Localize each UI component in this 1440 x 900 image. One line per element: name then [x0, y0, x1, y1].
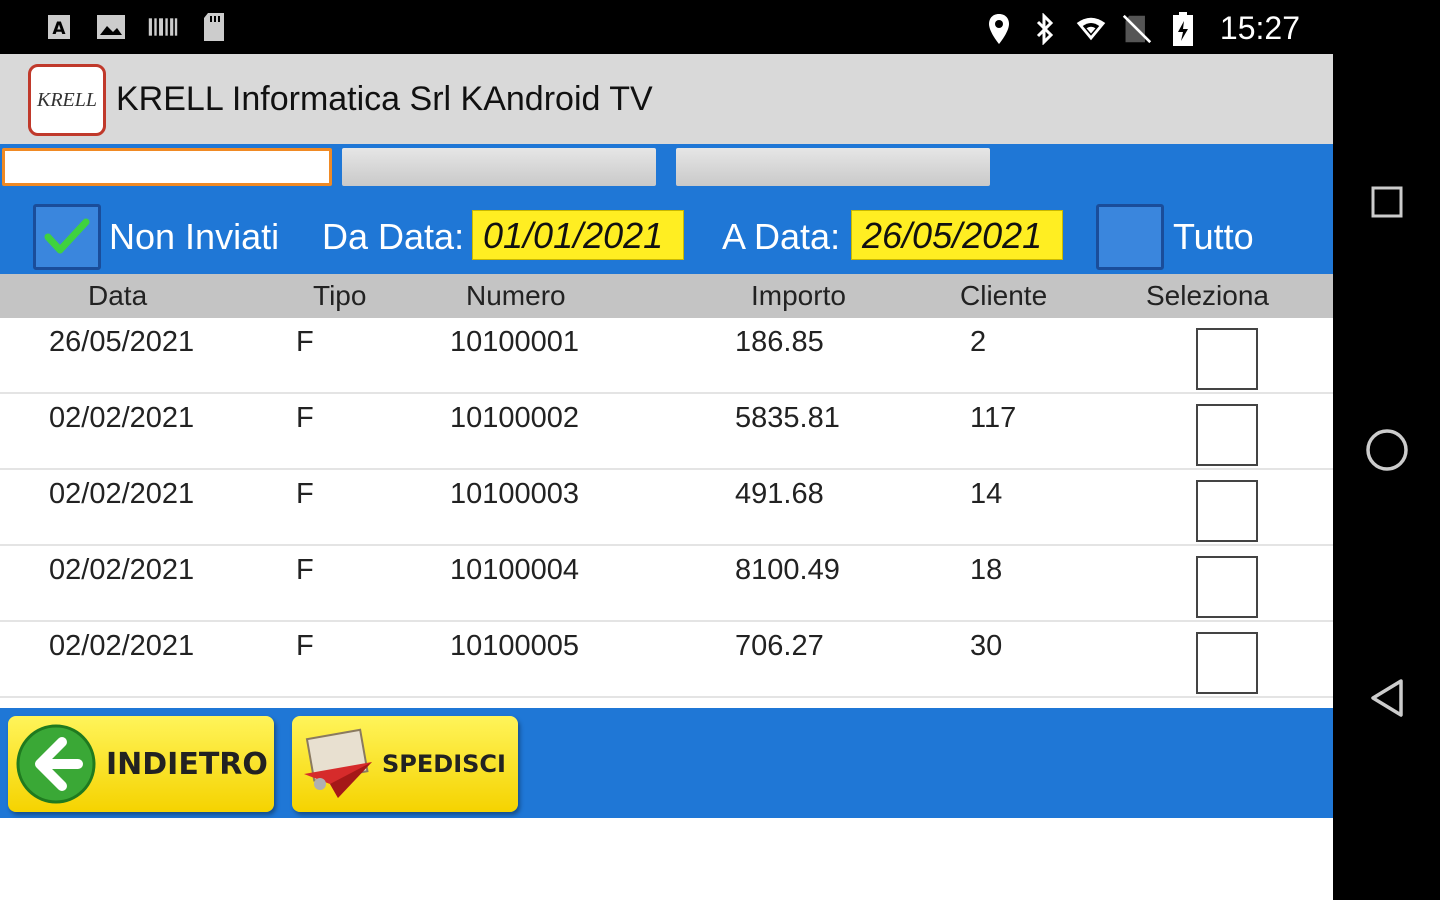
non-inviati-checkbox[interactable] — [33, 204, 101, 270]
tutto-checkbox[interactable] — [1096, 204, 1164, 270]
spedisci-button[interactable]: SPEDISCI — [292, 716, 518, 812]
cell-data: 02/02/2021 — [49, 478, 195, 510]
table-header: Data Tipo Numero Importo Cliente Selezio… — [0, 274, 1333, 318]
row-select-checkbox[interactable] — [1196, 328, 1258, 390]
row-select-checkbox[interactable] — [1196, 556, 1258, 618]
bluetooth-icon — [1030, 12, 1060, 45]
spedisci-label: SPEDISCI — [382, 750, 506, 778]
home-button[interactable] — [1333, 410, 1440, 490]
a-data-field[interactable]: 26/05/2021 — [851, 210, 1063, 260]
square-icon — [1371, 186, 1402, 218]
sd-card-icon — [200, 12, 230, 42]
cell-cliente: 30 — [970, 630, 1003, 662]
title-bar: KRELL KRELL Informatica Srl KAndroid TV — [0, 54, 1333, 144]
app-title: KRELL Informatica Srl KAndroid TV — [116, 80, 653, 118]
image-icon — [96, 12, 126, 42]
circle-icon — [1365, 429, 1408, 471]
cell-importo: 706.27 — [735, 630, 824, 662]
cell-numero: 10100004 — [450, 554, 580, 586]
row-select-checkbox[interactable] — [1196, 404, 1258, 466]
header-cliente: Cliente — [960, 280, 1048, 311]
cell-tipo: F — [296, 630, 314, 662]
indietro-button[interactable]: INDIETRO — [8, 716, 274, 812]
filter-bar: Non Inviati Da Data: 01/01/2021 A Data: … — [0, 198, 1333, 274]
cell-numero: 10100003 — [450, 478, 580, 510]
svg-text:A: A — [52, 19, 66, 39]
da-data-label: Da Data: — [322, 216, 465, 257]
header-data: Data — [88, 280, 148, 311]
cell-tipo: F — [296, 554, 314, 586]
wifi-icon — [1076, 14, 1106, 44]
location-icon — [984, 13, 1014, 44]
cell-cliente: 2 — [970, 326, 987, 358]
cell-cliente: 18 — [970, 554, 1003, 586]
table-row[interactable]: 02/02/2021 F 10100003 491.68 14 — [0, 470, 1333, 546]
tab-1[interactable] — [2, 148, 332, 186]
cell-tipo: F — [296, 402, 314, 434]
tutto-label: Tutto — [1173, 216, 1254, 257]
header-seleziona: Seleziona — [1146, 280, 1269, 311]
logo-text: KRELL — [36, 88, 98, 111]
status-notification-icons: A — [44, 12, 230, 42]
cell-importo: 491.68 — [735, 478, 824, 510]
table-row[interactable]: 02/02/2021 F 10100004 8100.49 18 — [0, 546, 1333, 622]
status-bar: A 15:27 — [0, 0, 1440, 54]
da-data-field[interactable]: 01/01/2021 — [472, 210, 684, 260]
cell-tipo: F — [296, 478, 314, 510]
header-importo: Importo — [751, 280, 846, 311]
triangle-back-icon — [1370, 679, 1403, 717]
back-arrow-icon — [16, 724, 96, 804]
cell-importo: 8100.49 — [735, 554, 840, 586]
tab-2[interactable] — [342, 148, 656, 186]
cell-importo: 186.85 — [735, 326, 824, 358]
cell-data: 02/02/2021 — [49, 402, 195, 434]
cell-numero: 10100002 — [450, 402, 580, 434]
table-row[interactable]: 02/02/2021 F 10100005 706.27 30 — [0, 622, 1333, 698]
table-row[interactable]: 02/02/2021 F 10100002 5835.81 117 — [0, 394, 1333, 470]
navigation-bar — [1333, 54, 1440, 900]
row-select-checkbox[interactable] — [1196, 632, 1258, 694]
header-tipo: Tipo — [313, 280, 367, 311]
cell-data: 02/02/2021 — [49, 554, 195, 586]
action-bar: INDIETRO SPEDISCI — [0, 708, 1333, 818]
a-data-label: A Data: — [722, 216, 841, 257]
cell-data: 02/02/2021 — [49, 630, 195, 662]
indietro-label: INDIETRO — [106, 746, 268, 782]
clock: 15:27 — [1219, 10, 1300, 46]
app-window: KRELL KRELL Informatica Srl KAndroid TV … — [0, 54, 1333, 900]
cell-numero: 10100001 — [450, 326, 580, 358]
cell-numero: 10100005 — [450, 630, 580, 662]
non-inviati-label: Non Inviati — [109, 216, 280, 257]
cell-tipo: F — [296, 326, 314, 358]
battery-charging-icon — [1168, 11, 1198, 46]
app-a-icon: A — [44, 12, 74, 42]
cell-importo: 5835.81 — [735, 402, 840, 434]
back-button[interactable] — [1333, 658, 1440, 738]
cell-cliente: 117 — [970, 402, 1017, 434]
cell-data: 26/05/2021 — [49, 326, 195, 358]
table-row[interactable]: 26/05/2021 F 10100001 186.85 2 — [0, 318, 1333, 394]
barcode-icon — [148, 12, 178, 42]
tab-bar — [0, 144, 1333, 198]
status-system-icons: 15:27 — [984, 10, 1300, 47]
header-numero: Numero — [466, 280, 566, 311]
checkmark-icon — [44, 218, 90, 254]
krell-logo: KRELL — [28, 64, 106, 136]
cell-cliente: 14 — [970, 478, 1003, 510]
send-plane-icon — [304, 728, 372, 798]
recent-apps-button[interactable] — [1333, 162, 1440, 242]
row-select-checkbox[interactable] — [1196, 480, 1258, 542]
tab-3[interactable] — [676, 148, 990, 186]
no-sim-icon — [1122, 14, 1152, 44]
